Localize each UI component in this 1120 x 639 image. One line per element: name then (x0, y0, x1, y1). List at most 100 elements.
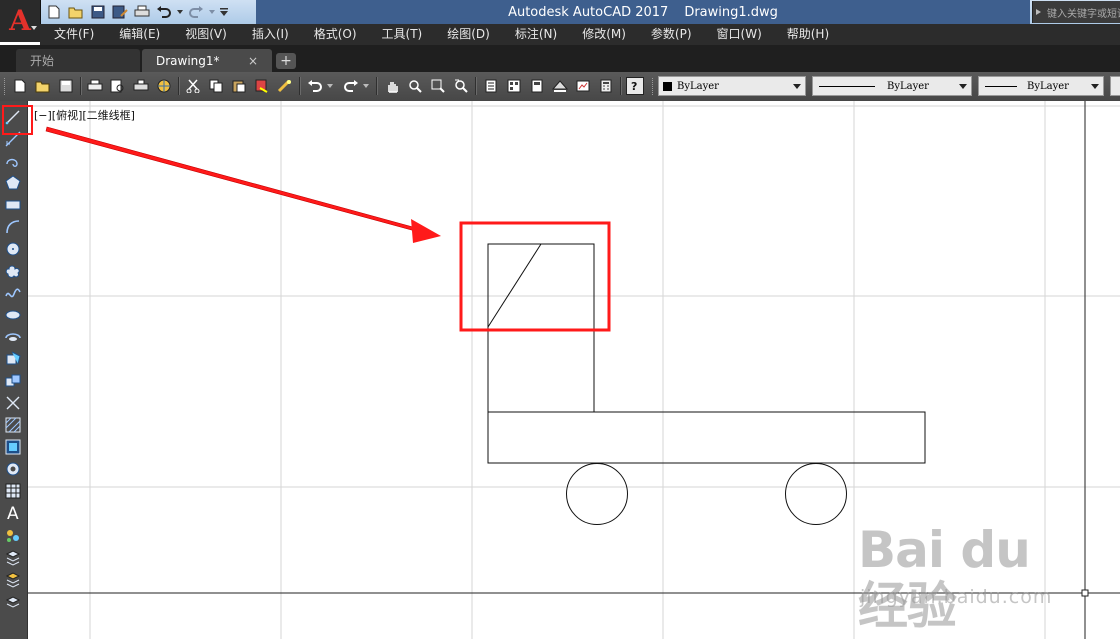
tab-start[interactable]: 开始 (16, 49, 140, 72)
redo-icon[interactable] (186, 2, 206, 22)
undo-icon[interactable] (154, 2, 174, 22)
watermark-site: jingyan.baidu.com (860, 586, 1053, 608)
menu-file[interactable]: 文件(F) (40, 24, 105, 45)
polygon-icon[interactable] (3, 173, 23, 193)
ellipse-arc-icon[interactable] (3, 327, 23, 347)
file-name: Drawing1.dwg (684, 4, 778, 20)
save-icon[interactable] (57, 77, 75, 95)
redo-icon[interactable] (342, 77, 360, 95)
menu-insert[interactable]: 插入(I) (238, 24, 300, 45)
plot-icon[interactable] (132, 2, 152, 22)
copy-icon[interactable] (207, 77, 225, 95)
menu-dimension[interactable]: 标注(N) (501, 24, 568, 45)
spline-icon[interactable] (3, 283, 23, 303)
new-tab-button[interactable]: + (276, 53, 296, 69)
front-wheel (566, 463, 628, 525)
circle-icon[interactable] (3, 239, 23, 259)
menu-draw[interactable]: 绘图(D) (433, 24, 501, 45)
properties-icon[interactable] (482, 77, 500, 95)
standard-toolbar: ? ByLayer ByLayer ByLayer (0, 72, 1120, 102)
make-block-icon[interactable] (3, 371, 23, 391)
close-icon[interactable]: × (248, 54, 258, 68)
plot-icon[interactable] (86, 77, 104, 95)
app-name: Autodesk AutoCAD 2017 (508, 4, 669, 20)
block-editor-icon[interactable] (276, 77, 294, 95)
layer-icon-2[interactable] (3, 569, 23, 589)
add-selected-icon[interactable] (3, 525, 23, 545)
truck-cab (487, 243, 595, 413)
redo-dropdown-icon[interactable] (362, 77, 370, 95)
3d-print-icon[interactable] (155, 77, 173, 95)
draw-toolbar: A (0, 101, 28, 639)
publish-icon[interactable] (132, 77, 150, 95)
plot-preview-icon[interactable] (109, 77, 127, 95)
plot-style-control-dropdown[interactable] (1110, 76, 1120, 96)
svg-text:?: ? (631, 80, 637, 92)
search-placeholder: 键入关键字或短语 (1047, 8, 1120, 20)
menu-modify[interactable]: 修改(M) (568, 24, 637, 45)
insert-block-icon[interactable] (3, 349, 23, 369)
tab-drawing1[interactable]: Drawing1* × (142, 49, 272, 72)
design-center-icon[interactable] (505, 77, 523, 95)
cut-icon[interactable] (184, 77, 202, 95)
autocad-logo-icon: A (9, 4, 31, 37)
linetype-control-dropdown[interactable]: ByLayer (812, 76, 972, 96)
menu-window[interactable]: 窗口(W) (703, 24, 773, 45)
new-file-icon[interactable] (44, 2, 64, 22)
title-bar: Autodesk AutoCAD 2017 Drawing1.dwg 键入关键字… (0, 0, 1120, 25)
ellipse-icon[interactable] (3, 305, 23, 325)
region-icon[interactable] (3, 459, 23, 479)
menu-parametric[interactable]: 参数(P) (637, 24, 703, 45)
color-control-dropdown[interactable]: ByLayer (658, 76, 806, 96)
gradient-icon[interactable] (3, 437, 23, 457)
menu-format[interactable]: 格式(O) (300, 24, 368, 45)
chevron-down-icon (793, 84, 801, 89)
toolbar-separator (299, 77, 301, 95)
new-icon[interactable] (11, 77, 29, 95)
table-icon[interactable] (3, 481, 23, 501)
zoom-window-icon[interactable] (429, 77, 447, 95)
menu-help[interactable]: 帮助(H) (773, 24, 840, 45)
undo-icon[interactable] (306, 77, 324, 95)
open-file-icon[interactable] (66, 2, 86, 22)
rectangle-icon[interactable] (3, 195, 23, 215)
match-properties-icon[interactable] (253, 77, 271, 95)
chevron-down-icon (31, 26, 37, 30)
multiline-text-icon[interactable]: A (3, 503, 23, 523)
undo-dropdown-icon[interactable] (176, 2, 184, 22)
undo-dropdown-icon[interactable] (326, 77, 334, 95)
layer-icon-3[interactable] (3, 591, 23, 611)
hatch-icon[interactable] (3, 415, 23, 435)
toolbar-grip[interactable] (4, 78, 8, 95)
quickcalc-icon[interactable] (597, 77, 615, 95)
save-icon[interactable] (88, 2, 108, 22)
paste-icon[interactable] (230, 77, 248, 95)
redo-dropdown-icon[interactable] (208, 2, 216, 22)
save-as-icon[interactable] (110, 2, 130, 22)
zoom-previous-icon[interactable] (452, 77, 470, 95)
help-icon[interactable]: ? (626, 77, 644, 95)
menu-view[interactable]: 视图(V) (171, 24, 238, 45)
tool-palettes-icon[interactable] (528, 77, 546, 95)
viewport-controls[interactable]: [−][俯视][二维线框] (34, 107, 135, 123)
toolbar-grip[interactable] (652, 78, 656, 95)
revision-cloud-icon[interactable] (3, 261, 23, 281)
markup-set-icon[interactable] (574, 77, 592, 95)
customize-qat-icon[interactable] (218, 2, 230, 22)
lineweight-control-dropdown[interactable]: ByLayer (978, 76, 1104, 96)
search-expand-icon[interactable] (1036, 9, 1041, 15)
sheet-set-icon[interactable] (551, 77, 569, 95)
menu-edit[interactable]: 编辑(E) (105, 24, 171, 45)
search-input[interactable]: 键入关键字或短语 (1032, 1, 1120, 23)
layer-icon-1[interactable] (3, 547, 23, 567)
polyline-icon[interactable] (3, 151, 23, 171)
arc-icon[interactable] (3, 217, 23, 237)
menu-tools[interactable]: 工具(T) (368, 24, 434, 45)
application-menu-button[interactable]: A (0, 0, 41, 42)
color-swatch (663, 81, 672, 91)
open-icon[interactable] (34, 77, 52, 95)
point-icon[interactable] (3, 393, 23, 413)
zoom-realtime-icon[interactable] (406, 77, 424, 95)
file-tab-bar: 开始 Drawing1* × + (0, 45, 1120, 72)
pan-icon[interactable] (383, 77, 401, 95)
